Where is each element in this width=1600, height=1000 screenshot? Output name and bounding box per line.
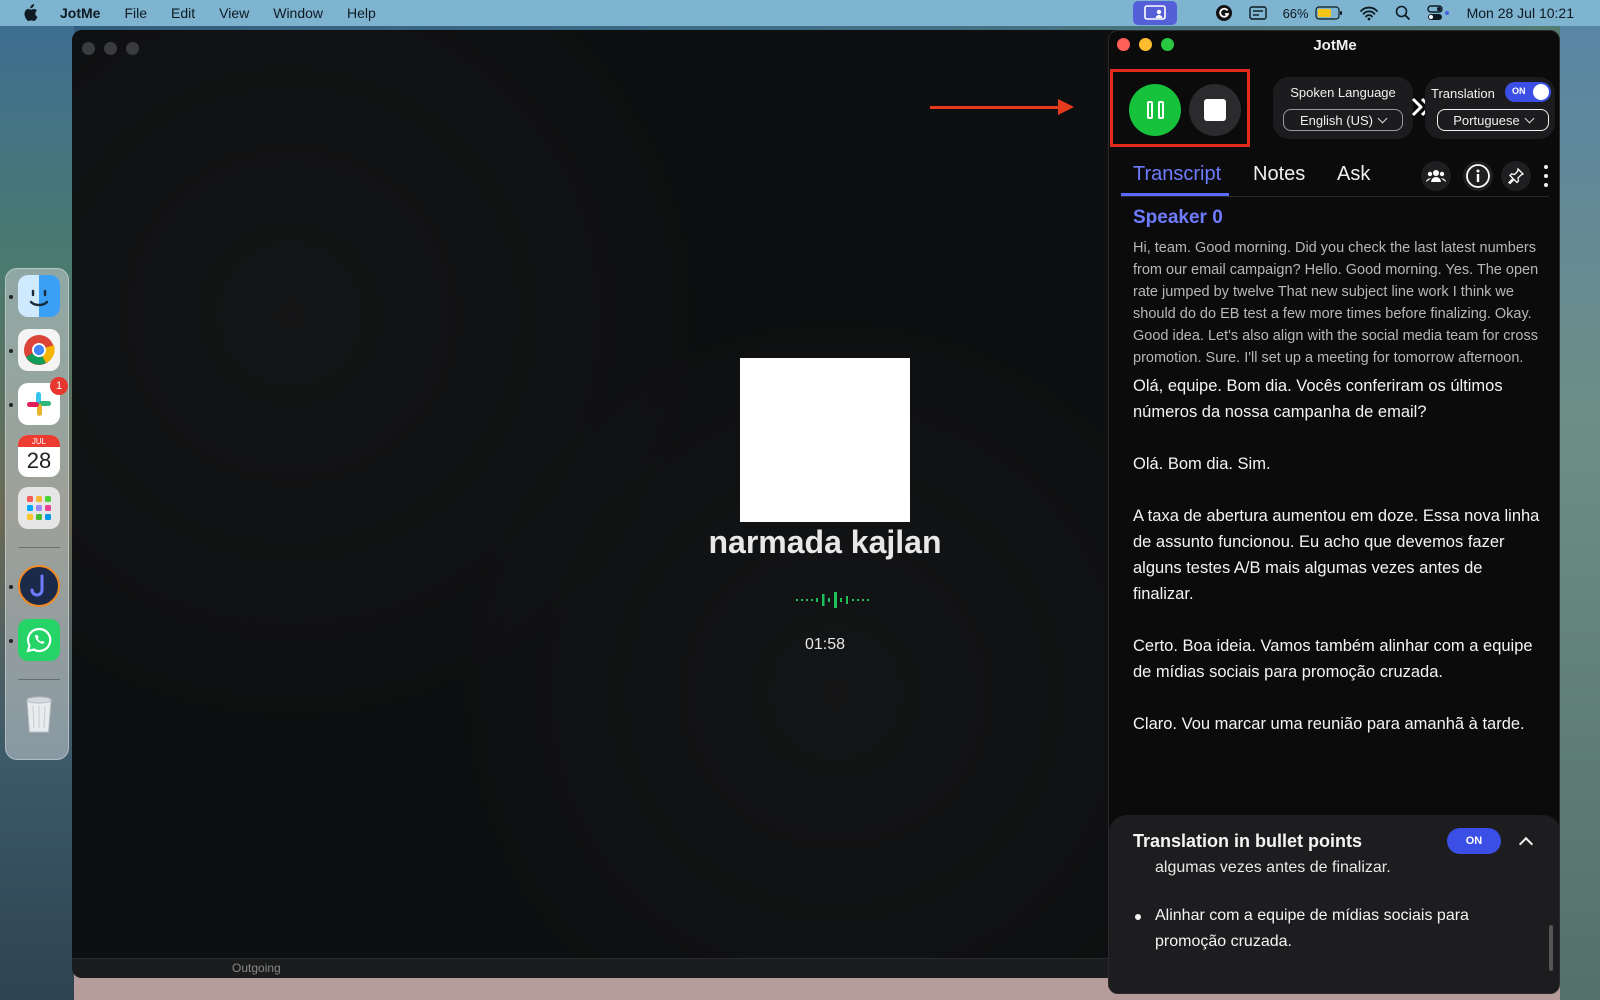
bullets-scrollbar[interactable] — [1549, 925, 1553, 971]
call-window: narmada kajlan 01:58 Outgoing — [72, 30, 1164, 978]
apple-menu-icon[interactable] — [22, 4, 40, 22]
bullet-item: Alinhar com a equipe de mídias sociais p… — [1155, 907, 1469, 950]
pause-bar-icon — [1157, 101, 1164, 119]
recording-controls-highlight — [1110, 69, 1250, 147]
battery-percent: 66% — [1282, 5, 1309, 21]
menu-bar: JotMe File Edit View Window Help 66% Mon… — [0, 0, 1600, 26]
transcript-body: Speaker 0 Hi, team. Good morning. Did yo… — [1133, 207, 1545, 763]
dock-separator — [18, 547, 60, 548]
tab-notes[interactable]: Notes — [1253, 163, 1305, 186]
pause-bar-icon — [1146, 101, 1153, 119]
bullets-title: Translation in bullet points — [1133, 831, 1363, 851]
speaker-label: Speaker 0 — [1133, 207, 1223, 228]
calendar-day: 28 — [26, 448, 52, 473]
jotme-icon[interactable] — [18, 565, 60, 607]
bullets-toggle[interactable]: ON — [1447, 828, 1501, 854]
dock-running-indicator — [9, 585, 13, 589]
launchpad-icon[interactable] — [18, 487, 60, 529]
desktop-wallpaper-right — [1560, 26, 1600, 1000]
pause-recording-button[interactable] — [1129, 84, 1181, 136]
dot-icon — [1544, 183, 1548, 187]
info-icon[interactable] — [1463, 161, 1493, 191]
annotation-arrow — [930, 106, 1062, 109]
chevron-down-icon — [1524, 113, 1535, 123]
slack-badge: 1 — [50, 377, 68, 395]
spoken-language-value: English (US) — [1300, 112, 1373, 128]
jotme-title: JotMe — [1313, 37, 1357, 54]
bullet-dot — [1135, 914, 1141, 920]
dock-separator — [18, 679, 60, 680]
trash-icon[interactable] — [18, 693, 60, 735]
menu-view[interactable]: View — [219, 5, 249, 21]
whatsapp-icon[interactable] — [18, 619, 60, 661]
control-center-icon[interactable] — [1426, 5, 1451, 21]
jotme-panel: JotMe Spoken Language English (US) Trans… — [1108, 30, 1560, 994]
tab-transcript[interactable]: Transcript — [1133, 163, 1221, 186]
dock-running-indicator — [9, 403, 13, 407]
window-zoom-button[interactable] — [126, 42, 139, 55]
tab-bar: Transcript Notes Ask — [1109, 157, 1559, 199]
battery-icon[interactable] — [1314, 6, 1343, 20]
call-history-strip: Outgoing — [72, 958, 1164, 978]
menu-edit[interactable]: Edit — [171, 5, 195, 21]
translation-card: Translation ON Portuguese — [1425, 77, 1555, 139]
caller-avatar — [740, 358, 910, 522]
card-icon[interactable] — [1248, 6, 1267, 20]
wifi-icon[interactable] — [1359, 5, 1379, 21]
menu-help[interactable]: Help — [347, 5, 376, 21]
translation-toggle-state: ON — [1512, 86, 1526, 96]
dock: 1 JUL 28 — [5, 268, 69, 760]
translated-paragraph: Claro. Vou marcar uma reunião para amanh… — [1133, 715, 1525, 733]
participants-icon[interactable] — [1421, 161, 1451, 191]
spoken-language-card: Spoken Language English (US) — [1273, 77, 1413, 139]
audio-waveform-icon — [796, 592, 869, 608]
active-tab-indicator — [1121, 193, 1229, 196]
chevron-up-icon[interactable] — [1518, 836, 1534, 852]
translated-paragraph: Olá. Bom dia. Sim. — [1133, 455, 1271, 473]
menu-window[interactable]: Window — [273, 5, 323, 21]
translated-paragraph: Certo. Boa ideia. Vamos também alinhar c… — [1133, 637, 1533, 681]
stop-icon — [1204, 99, 1226, 121]
calendar-month: JUL — [18, 435, 60, 447]
menu-file[interactable]: File — [124, 5, 147, 21]
dot-icon — [1544, 165, 1548, 169]
window-close-button[interactable] — [82, 42, 95, 55]
annotation-arrow-head — [1058, 99, 1074, 115]
stop-recording-button[interactable] — [1189, 84, 1241, 136]
bullet-item-partial: algumas vezes antes de finalizar. — [1155, 859, 1391, 876]
translated-paragraph: A taxa de abertura aumentou em doze. Ess… — [1133, 507, 1540, 603]
toggle-knob — [1533, 84, 1549, 100]
dot-icon — [1544, 174, 1548, 178]
pin-icon[interactable] — [1501, 161, 1531, 191]
window-minimize-button[interactable] — [104, 42, 117, 55]
spotlight-search-icon[interactable] — [1395, 5, 1411, 21]
menu-app-name[interactable]: JotMe — [60, 5, 100, 21]
outgoing-label: Outgoing — [232, 961, 281, 975]
caller-name: narmada kajlan — [708, 524, 942, 560]
original-transcript-text: Hi, team. Good morning. Did you check th… — [1133, 240, 1539, 366]
chevron-down-icon — [1377, 113, 1388, 123]
chrome-icon[interactable] — [18, 329, 60, 371]
finder-icon[interactable] — [18, 275, 60, 317]
menubar-clock[interactable]: Mon 28 Jul 10:21 — [1467, 5, 1574, 21]
translated-paragraph: Olá, equipe. Bom dia. Vocês conferiram o… — [1133, 377, 1503, 421]
translation-language-select[interactable]: Portuguese — [1437, 109, 1549, 131]
spoken-language-select[interactable]: English (US) — [1283, 109, 1403, 131]
tab-divider — [1121, 196, 1549, 197]
more-options-icon[interactable] — [1543, 165, 1549, 187]
dock-running-indicator — [9, 639, 13, 643]
dock-running-indicator — [9, 349, 13, 353]
call-duration: 01:58 — [804, 636, 846, 653]
translation-bullets-card: Translation in bullet points ON algumas … — [1109, 815, 1559, 993]
screen-share-icon[interactable] — [1132, 1, 1177, 25]
spoken-language-label: Spoken Language — [1290, 85, 1396, 100]
dock-running-indicator — [9, 295, 13, 299]
calendar-icon[interactable]: JUL 28 — [18, 435, 60, 477]
translation-language-value: Portuguese — [1453, 112, 1520, 128]
translation-label: Translation — [1431, 86, 1495, 101]
grammarly-icon[interactable] — [1215, 4, 1233, 22]
translation-toggle[interactable]: ON — [1505, 82, 1551, 102]
tab-ask[interactable]: Ask — [1337, 163, 1370, 186]
